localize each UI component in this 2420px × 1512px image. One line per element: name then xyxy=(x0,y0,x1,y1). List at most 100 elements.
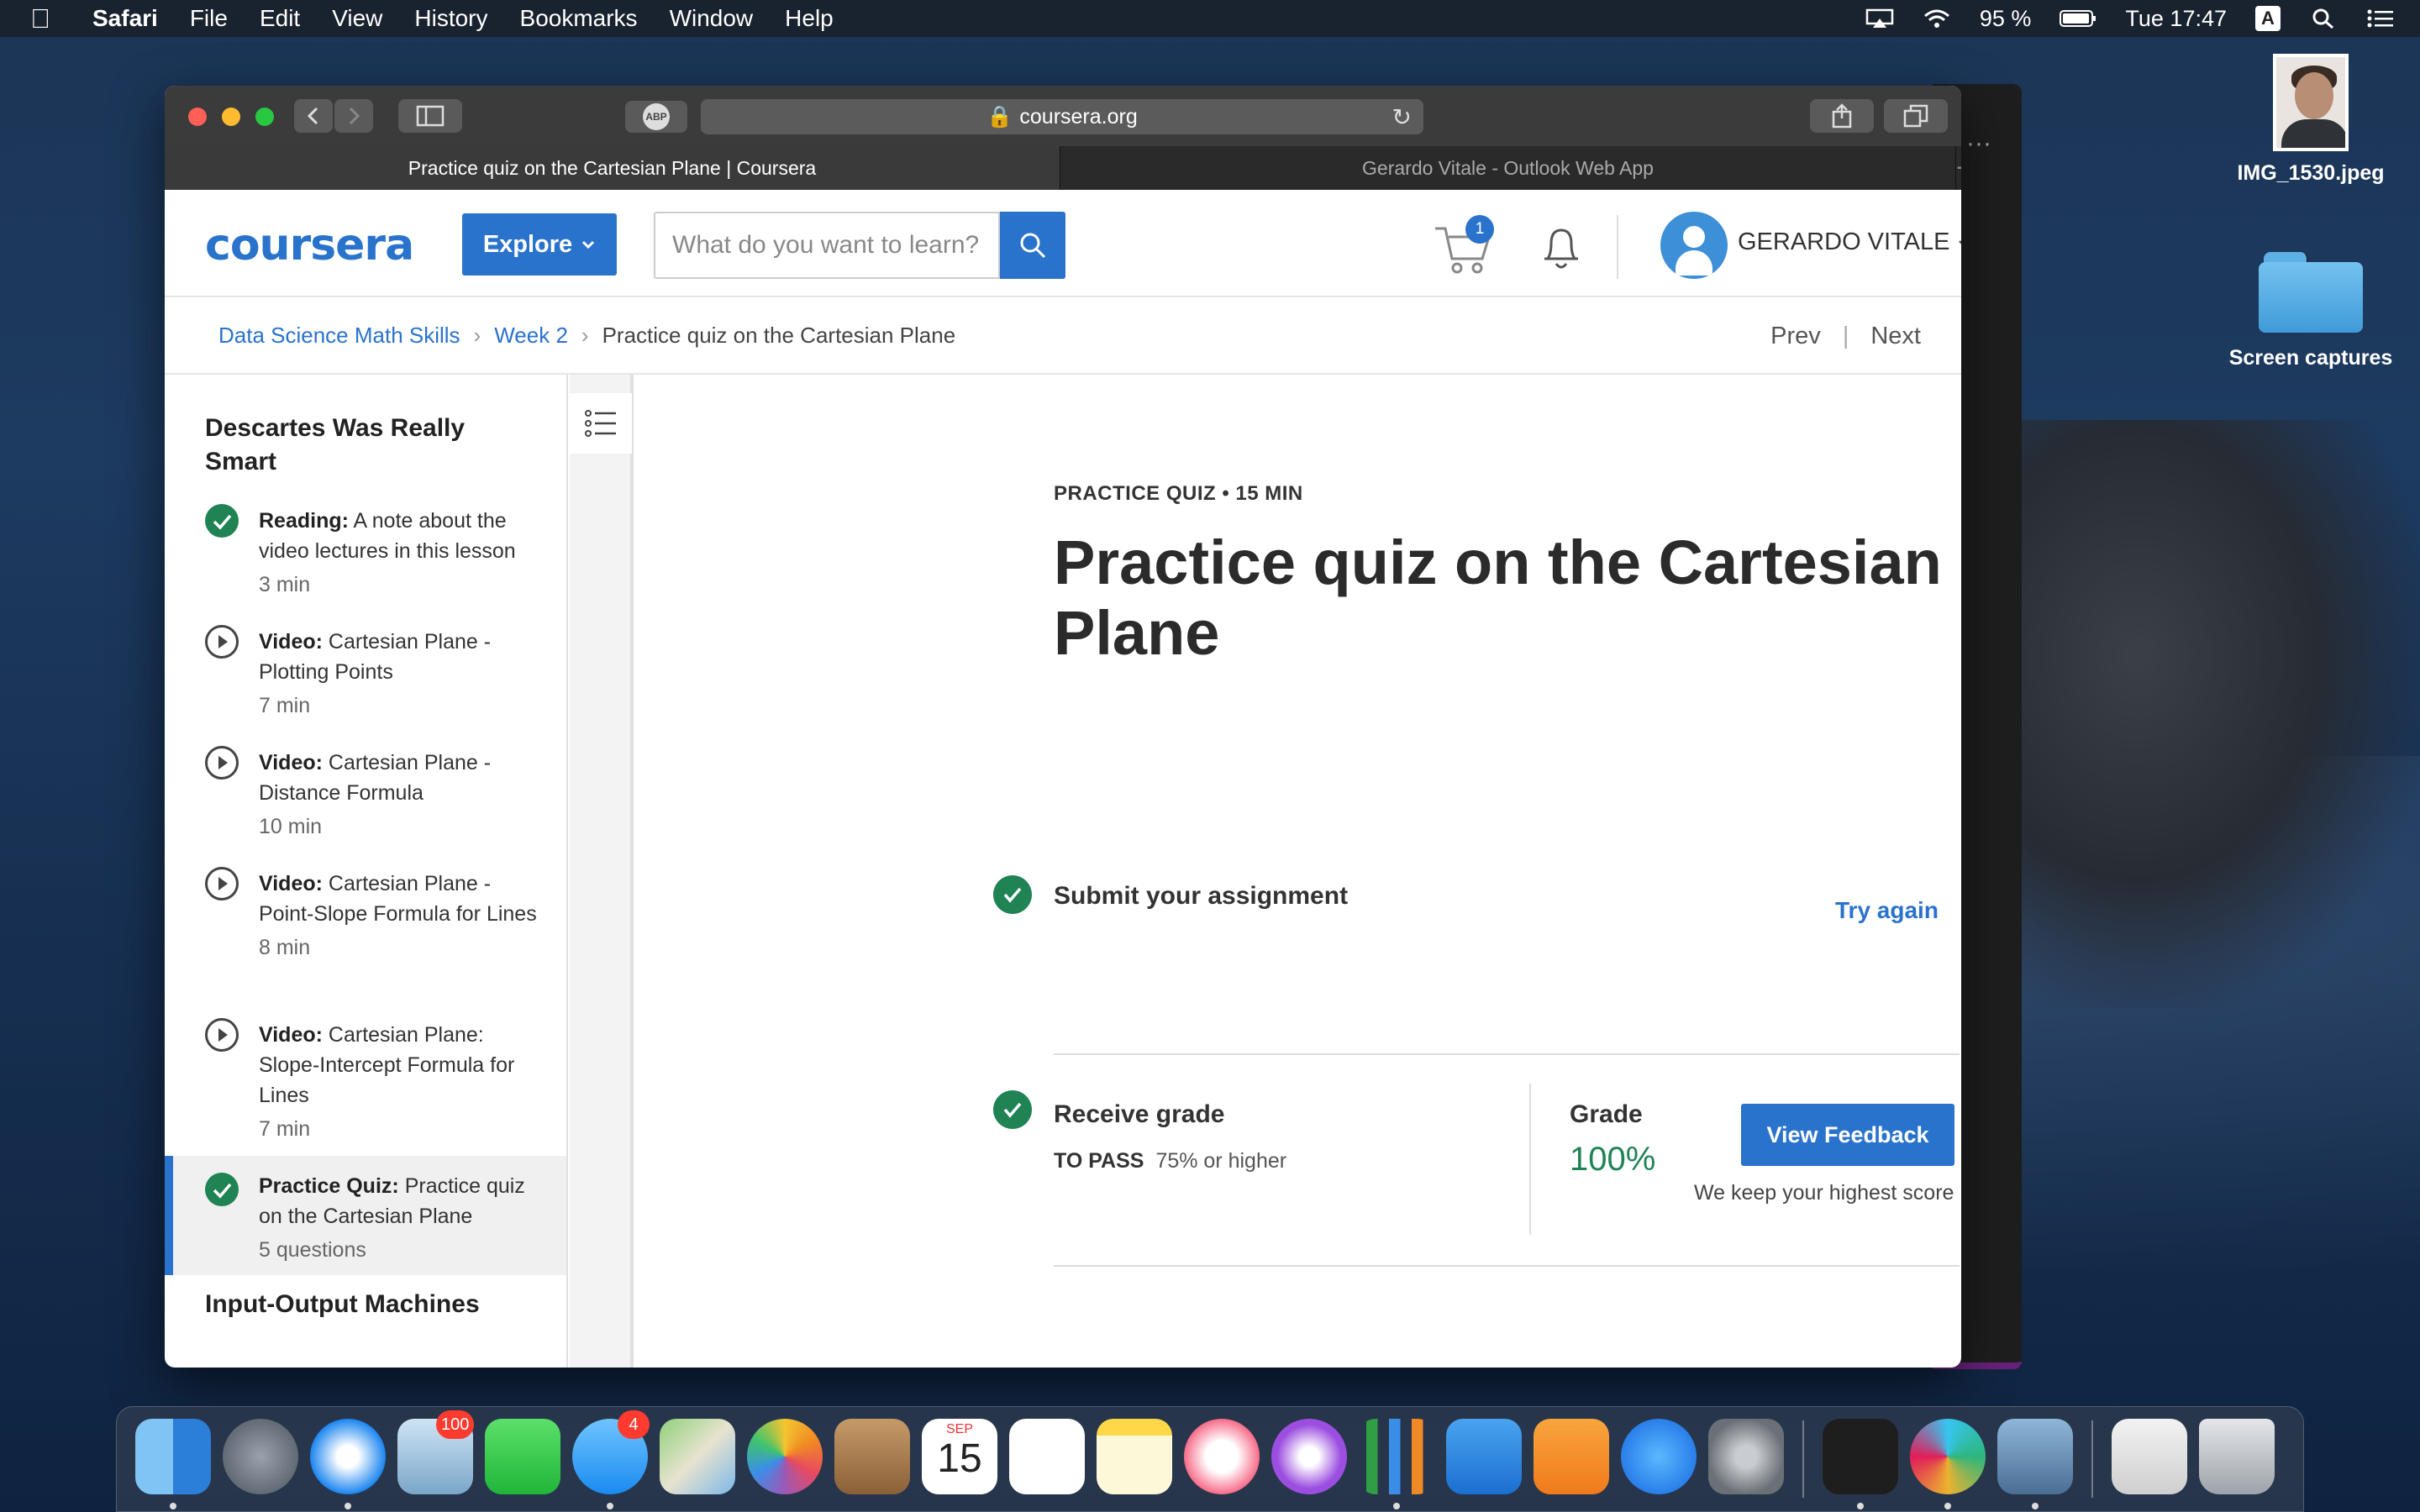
search-input[interactable]: What do you want to learn? xyxy=(654,212,1000,279)
try-again-link[interactable]: Try again xyxy=(1835,897,1939,924)
pages-icon[interactable] xyxy=(1534,1419,1609,1494)
to-pass-label: TO PASS xyxy=(1054,1149,1144,1173)
keynote-icon[interactable] xyxy=(1446,1419,1522,1494)
finder-icon[interactable] xyxy=(135,1419,211,1494)
prev-link[interactable]: Prev xyxy=(1770,323,1821,350)
menu-app-name[interactable]: Safari xyxy=(92,5,158,32)
menu-edit[interactable]: Edit xyxy=(260,5,300,32)
running-indicator xyxy=(607,1503,613,1509)
chevron-down-icon xyxy=(582,240,595,249)
menu-file[interactable]: File xyxy=(190,5,228,32)
sidebar-item-practice-quiz[interactable]: Practice Quiz: Practice quiz on the Cart… xyxy=(165,1156,566,1275)
grade-divider xyxy=(1529,1084,1531,1235)
desktop-folder[interactable]: Screen captures xyxy=(2210,252,2412,370)
sidebar-rail xyxy=(570,375,634,1368)
notes-icon[interactable] xyxy=(1097,1419,1172,1494)
sidebar-item-video-distance[interactable]: Video: Cartesian Plane - Distance Formul… xyxy=(165,746,566,850)
view-feedback-button[interactable]: View Feedback xyxy=(1741,1104,1954,1166)
header-divider xyxy=(1617,215,1618,279)
reminders-icon[interactable] xyxy=(1009,1419,1085,1494)
sidebar-item-video-slope-intercept[interactable]: Video: Cartesian Plane: Slope-Intercept … xyxy=(165,1018,566,1152)
menu-help[interactable]: Help xyxy=(785,5,834,32)
input-source-icon[interactable]: A xyxy=(2255,6,2281,31)
next-link[interactable]: Next xyxy=(1870,323,1921,350)
sidebar-item-reading[interactable]: Reading: A note about the video lectures… xyxy=(165,504,566,608)
menu-view[interactable]: View xyxy=(332,5,382,32)
preview-icon[interactable] xyxy=(1997,1419,2073,1494)
course-sidebar: Descartes Was Really Smart Reading: A no… xyxy=(165,375,568,1368)
notification-center-icon[interactable] xyxy=(2366,8,2395,29)
tab-coursera[interactable]: Practice quiz on the Cartesian Plane | C… xyxy=(165,146,1060,190)
sidebar-item-video-point-slope[interactable]: Video: Cartesian Plane - Point-Slope For… xyxy=(165,867,566,1001)
more-icon: ··· xyxy=(1966,129,1991,157)
submit-check-icon xyxy=(993,875,1032,914)
user-menu[interactable]: GERARDO VITALE xyxy=(1738,228,1961,256)
apple-menu-icon[interactable]:  xyxy=(30,3,67,34)
spotlight-search-icon[interactable] xyxy=(2309,8,2338,29)
system-preferences-icon[interactable] xyxy=(1708,1419,1784,1494)
close-window-button[interactable] xyxy=(188,108,207,126)
launchpad-icon[interactable] xyxy=(223,1419,298,1494)
numbers-icon[interactable] xyxy=(1359,1419,1434,1494)
mail-badge: 100 xyxy=(436,1410,475,1439)
folder-label: Screen captures xyxy=(2228,346,2393,370)
safari-icon[interactable] xyxy=(310,1419,386,1494)
podcasts-icon[interactable] xyxy=(1271,1419,1347,1494)
slack-icon[interactable] xyxy=(1910,1419,1986,1494)
play-icon xyxy=(205,867,239,900)
vscode-icon[interactable] xyxy=(1823,1419,1898,1494)
photos-icon[interactable] xyxy=(747,1419,823,1494)
menu-bookmarks[interactable]: Bookmarks xyxy=(520,5,638,32)
facetime-icon[interactable] xyxy=(485,1419,560,1494)
forward-button[interactable] xyxy=(334,99,373,133)
chevron-left-icon xyxy=(307,107,318,125)
back-button[interactable] xyxy=(294,99,333,133)
minimized-window-icon[interactable] xyxy=(2112,1419,2187,1494)
minimize-window-button[interactable] xyxy=(222,108,240,126)
desktop-photo-file[interactable]: IMG_1530.jpeg xyxy=(2227,54,2395,186)
tab-outlook[interactable]: Gerardo Vitale - Outlook Web App xyxy=(1060,146,1956,190)
tab-overview-button[interactable] xyxy=(1884,99,1948,133)
toggle-outline-button[interactable] xyxy=(570,393,632,454)
sidebar-toggle-button[interactable] xyxy=(398,99,462,133)
safari-window: ABP 🔒 coursera.org ↻ Practice quiz on th… xyxy=(165,86,1961,1368)
quiz-kicker: PRACTICE QUIZ • 15 MIN xyxy=(1054,482,1303,505)
menu-history[interactable]: History xyxy=(414,5,487,32)
battery-icon[interactable] xyxy=(2060,8,2096,29)
menu-window[interactable]: Window xyxy=(670,5,754,32)
reload-icon[interactable]: ↻ xyxy=(1392,103,1412,131)
avatar[interactable] xyxy=(1660,212,1728,279)
search-button[interactable] xyxy=(1000,212,1065,279)
photo-file-label: IMG_1530.jpeg xyxy=(2237,161,2385,185)
item-duration: 3 min xyxy=(259,573,311,596)
address-bar[interactable]: 🔒 coursera.org ↻ xyxy=(701,99,1423,134)
contacts-icon[interactable] xyxy=(834,1419,910,1494)
quiz-content: PRACTICE QUIZ • 15 MIN Practice quiz on … xyxy=(637,375,1961,1368)
grade-label: Grade xyxy=(1570,1100,1643,1128)
new-tab-icon[interactable]: + xyxy=(1956,146,1961,190)
list-icon xyxy=(585,410,616,437)
item-duration: 7 min xyxy=(259,1117,311,1141)
adblock-extension-button[interactable]: ABP xyxy=(625,101,687,133)
share-button[interactable] xyxy=(1810,99,1874,133)
calendar-icon[interactable]: SEP 15 xyxy=(922,1419,997,1494)
coursera-logo[interactable]: coursera xyxy=(205,220,414,270)
sidebar-item-video-plotting[interactable]: Video: Cartesian Plane - Plotting Points… xyxy=(165,625,566,729)
explore-button[interactable]: Explore xyxy=(462,213,617,276)
trash-icon[interactable] xyxy=(2199,1419,2275,1494)
completed-check-icon xyxy=(205,1173,239,1206)
bell-icon[interactable] xyxy=(1539,223,1583,272)
next-lesson-title[interactable]: Input-Output Machines xyxy=(205,1290,480,1319)
breadcrumb-week-link[interactable]: Week 2 xyxy=(494,323,568,349)
to-pass-value: 75% or higher xyxy=(1155,1149,1287,1173)
zoom-window-button[interactable] xyxy=(255,108,274,126)
wifi-icon[interactable] xyxy=(1923,8,1951,29)
menu-clock[interactable]: Tue 17:47 xyxy=(2125,6,2227,32)
music-icon[interactable] xyxy=(1184,1419,1260,1494)
app-store-icon[interactable] xyxy=(1621,1419,1697,1494)
breadcrumb-course-link[interactable]: Data Science Math Skills xyxy=(218,323,460,349)
completed-check-icon xyxy=(205,504,239,538)
maps-icon[interactable] xyxy=(660,1419,735,1494)
item-duration: 7 min xyxy=(259,694,311,717)
airplay-icon[interactable] xyxy=(1865,8,1894,29)
